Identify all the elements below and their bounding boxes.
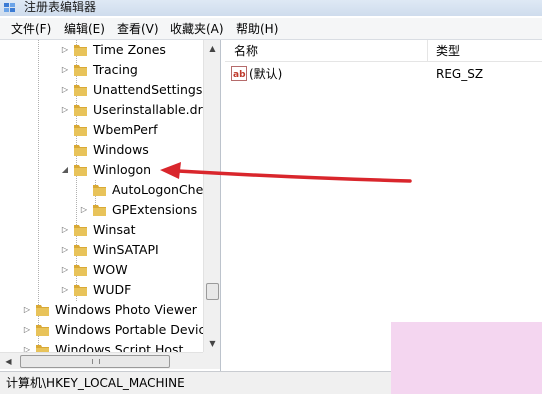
tree-item[interactable]: ▷ Windows Portable Devices — [0, 320, 220, 340]
folder-icon — [74, 125, 87, 136]
tree-item-label: Winsat — [93, 222, 136, 237]
expand-arrow-icon[interactable]: ▷ — [60, 40, 70, 60]
title-bar: 注册表编辑器 — [0, 0, 542, 16]
tree-item-label: Windows Portable Devices — [55, 322, 220, 337]
tree-item-label: Windows Photo Viewer — [55, 302, 197, 317]
expand-arrow-icon[interactable]: ▷ — [60, 280, 70, 300]
folder-icon — [74, 85, 87, 96]
tree-item[interactable]: ▷ WinSATAPI — [0, 240, 203, 260]
tree-item[interactable]: ▷ GPExtensions — [0, 200, 203, 220]
tree-item[interactable]: ▷ Userinstallable.drivers — [0, 100, 220, 120]
folder-icon — [93, 185, 106, 196]
folder-icon — [74, 245, 87, 256]
tree-vertical-scroll-thumb[interactable] — [206, 283, 219, 300]
registry-key-tree[interactable]: ▷ Time Zones ▷ Tracing ▷ UnattendSettings ▷ Use… — [0, 40, 221, 371]
tree-horizontal-scrollbar[interactable]: ◀ — [0, 352, 203, 369]
tree-item-label: WbemPerf — [93, 122, 158, 137]
tree-item[interactable]: AutoLogonChecked — [0, 180, 220, 200]
tree-item[interactable]: ◢ Winlogon — [0, 160, 203, 180]
scroll-down-arrow-icon[interactable]: ▼ — [204, 335, 220, 352]
tree-item[interactable]: ▷ Windows Photo Viewer — [0, 300, 203, 320]
tree-item-label: Windows — [93, 142, 149, 157]
menu-bar: 文件(F) 编辑(E) 查看(V) 收藏夹(A) 帮助(H) — [0, 18, 542, 40]
folder-icon — [74, 225, 87, 236]
value-name: (默认) — [249, 67, 283, 81]
tree-item-label: WUDF — [93, 282, 132, 297]
tree-item-label: UnattendSettings — [93, 82, 203, 97]
tree-item[interactable]: ▷ WOW — [0, 260, 203, 280]
tree-item-label: Winlogon — [93, 162, 152, 177]
list-header: 名称 类型 — [225, 40, 542, 62]
tree-item-label: Time Zones — [93, 42, 166, 57]
expand-arrow-icon[interactable]: ▷ — [60, 80, 70, 100]
tree-item-label: WinSATAPI — [93, 242, 159, 257]
expand-arrow-icon[interactable]: ▷ — [60, 240, 70, 260]
window-title: 注册表编辑器 — [24, 0, 97, 14]
expand-arrow-icon[interactable]: ▷ — [60, 220, 70, 240]
regedit-app-icon — [4, 3, 15, 12]
tree-item[interactable]: ▷ Time Zones — [0, 40, 203, 60]
current-key-path: 计算机\HKEY_LOCAL_MACHINE — [6, 376, 185, 390]
expand-arrow-icon[interactable]: ▷ — [60, 100, 70, 120]
menu-favorites[interactable]: 收藏夹(A) — [168, 21, 226, 37]
folder-icon — [74, 45, 87, 56]
tree-item[interactable]: ▷ WUDF — [0, 280, 203, 300]
tree-vertical-scrollbar[interactable]: ▲ ▼ — [203, 40, 220, 352]
expand-arrow-icon[interactable]: ▷ — [22, 300, 32, 320]
folder-icon — [36, 325, 49, 336]
menu-edit[interactable]: 编辑(E) — [62, 21, 107, 37]
tree-item[interactable]: Windows — [0, 140, 203, 160]
tree-item-label: WOW — [93, 262, 128, 277]
tree-item[interactable]: ▷ Winsat — [0, 220, 203, 240]
tree-item[interactable]: ▷ Tracing — [0, 60, 203, 80]
folder-icon — [93, 205, 106, 216]
menu-view[interactable]: 查看(V) — [115, 21, 161, 37]
expand-arrow-icon[interactable]: ▷ — [60, 260, 70, 280]
column-header-name[interactable]: 名称 — [234, 43, 258, 59]
tree-item[interactable]: WbemPerf — [0, 120, 203, 140]
value-type: REG_SZ — [436, 67, 484, 81]
folder-icon — [74, 145, 87, 156]
column-header-type[interactable]: 类型 — [436, 43, 460, 59]
folder-icon — [74, 285, 87, 296]
menu-file[interactable]: 文件(F) — [9, 21, 53, 37]
expand-arrow-icon[interactable]: ▷ — [60, 60, 70, 80]
tree-item-label: Tracing — [93, 62, 138, 77]
folder-icon — [36, 305, 49, 316]
scroll-grip-icon — [92, 359, 100, 364]
folder-icon — [74, 265, 87, 276]
value-row[interactable]: ab (默认) REG_SZ — [225, 64, 542, 84]
column-divider[interactable] — [427, 40, 428, 62]
string-value-icon: ab — [231, 66, 247, 81]
expand-arrow-icon[interactable]: ▷ — [22, 320, 32, 340]
watermark-patch — [391, 322, 542, 394]
scroll-up-arrow-icon[interactable]: ▲ — [204, 40, 220, 57]
folder-icon — [74, 105, 87, 116]
tree-item-label: GPExtensions — [112, 202, 198, 217]
tree-item-label: Userinstallable.drivers — [93, 102, 221, 117]
expand-arrow-icon[interactable]: ▷ — [79, 200, 89, 220]
folder-icon — [74, 65, 87, 76]
folder-icon — [74, 165, 87, 176]
svg-text:ab: ab — [233, 70, 246, 80]
scroll-left-arrow-icon[interactable]: ◀ — [0, 353, 17, 370]
scrollbar-corner — [203, 352, 220, 369]
menu-help[interactable]: 帮助(H) — [234, 21, 280, 37]
tree-item[interactable]: ▷ UnattendSettings — [0, 80, 203, 100]
tree-horizontal-scroll-thumb[interactable] — [20, 355, 170, 368]
collapse-arrow-icon[interactable]: ◢ — [60, 160, 70, 180]
